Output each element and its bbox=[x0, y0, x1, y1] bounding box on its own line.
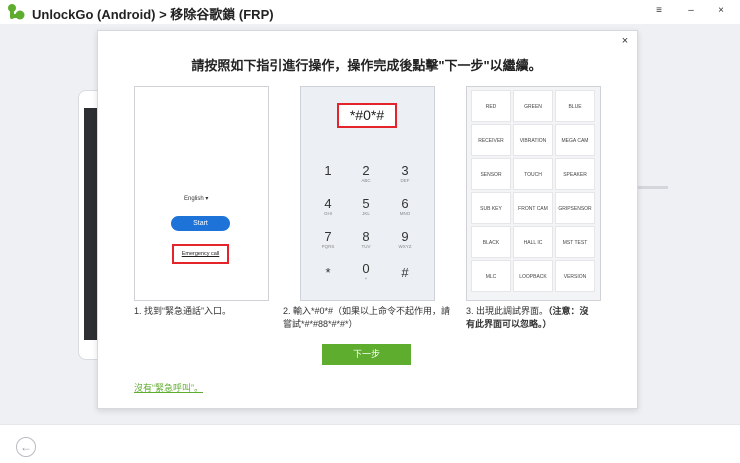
test-menu-cell: GRIPSENSOR bbox=[555, 192, 595, 224]
key-letters: MNO bbox=[399, 211, 411, 216]
step3-caption-text: 3. 出現此調試界面。 bbox=[466, 306, 549, 316]
test-menu-cell: LOOPBACK bbox=[513, 260, 553, 292]
key-letters: JKL bbox=[362, 211, 370, 216]
dialer-key-star: * bbox=[313, 266, 343, 286]
emergency-call-label: Emergency call bbox=[181, 251, 220, 257]
key-number: 1 bbox=[324, 163, 332, 178]
test-menu-cell: RECEIVER bbox=[471, 124, 511, 156]
key-number: * bbox=[325, 265, 331, 280]
dialer-key-7: 7 PQRS bbox=[313, 230, 343, 250]
test-menu-cell: TOUCH bbox=[513, 158, 553, 190]
language-selector: English ▾ bbox=[184, 196, 209, 202]
key-number: 4 bbox=[324, 196, 332, 211]
test-menu-cell: FRONT CAM bbox=[513, 192, 553, 224]
step3-caption-note-line2: 有此界面可以忽略。） bbox=[466, 319, 552, 329]
unlockgo-logo-icon bbox=[8, 4, 25, 20]
footer-bar bbox=[0, 424, 740, 463]
test-menu-cell: VIBRATION bbox=[513, 124, 553, 156]
dialog-heading: 請按照如下指引進行操作，操作完成後點擊"下一步"以繼續。 bbox=[191, 58, 542, 73]
app-title: UnlockGo (Android) > 移除谷歌鎖 (FRP) bbox=[32, 7, 274, 22]
minimize-button[interactable]: – bbox=[682, 3, 700, 19]
test-menu-cell: HALL IC bbox=[513, 226, 553, 258]
key-number: 2 bbox=[362, 163, 370, 178]
background-divider bbox=[636, 186, 668, 189]
test-menu-cell: MLC bbox=[471, 260, 511, 292]
key-number: 3 bbox=[401, 163, 409, 178]
dialer-key-8: 8 TUV bbox=[351, 230, 381, 250]
test-menu-cell: SENSOR bbox=[471, 158, 511, 190]
key-letters bbox=[390, 280, 420, 286]
key-number: 9 bbox=[401, 229, 409, 244]
key-letters: DEF bbox=[400, 178, 410, 183]
key-number: 6 bbox=[401, 196, 409, 211]
dialer-key-3: 3 DEF bbox=[390, 164, 420, 184]
window-close-button[interactable]: × bbox=[712, 3, 730, 19]
key-number: 0 bbox=[362, 261, 370, 276]
dialer-key-4: 4 GHI bbox=[313, 197, 343, 217]
test-menu-cell: MST TEST bbox=[555, 226, 595, 258]
dialer-key-6: 6 MNO bbox=[390, 197, 420, 217]
key-letters: GHI bbox=[323, 211, 332, 216]
key-number: 5 bbox=[362, 196, 370, 211]
phone-start-button: Start bbox=[171, 216, 230, 231]
key-letters bbox=[313, 178, 343, 184]
test-menu-cell: BLUE bbox=[555, 90, 595, 122]
key-letters bbox=[313, 280, 343, 286]
next-step-button[interactable]: 下一步 bbox=[322, 344, 411, 365]
test-menu-cell: VERSION bbox=[555, 260, 595, 292]
key-number: # bbox=[401, 265, 409, 280]
dialer-key-2: 2 ABC bbox=[351, 164, 381, 184]
test-menu-cell: BLACK bbox=[471, 226, 511, 258]
dialer-key-9: 9 WXYZ bbox=[390, 230, 420, 250]
test-menu-cell: MEGA CAM bbox=[555, 124, 595, 156]
step2-caption: 2. 輸入*#0*#（如果以上命令不起作用，請 嘗試*#*#88*#*#*） bbox=[283, 305, 463, 331]
dialer-key-5: 5 JKL bbox=[351, 197, 381, 217]
key-number: 8 bbox=[362, 229, 370, 244]
dialer-key-0: 0 + bbox=[351, 262, 381, 282]
key-number: 7 bbox=[324, 229, 332, 244]
step2-caption-line2: 嘗試*#*#88*#*#*） bbox=[283, 319, 358, 329]
no-emergency-call-link[interactable]: 沒有“緊急呼叫”。 bbox=[134, 381, 203, 394]
test-menu-cell: RED bbox=[471, 90, 511, 122]
test-menu-cell: SUB KEY bbox=[471, 192, 511, 224]
test-menu-cell: SPEAKER bbox=[555, 158, 595, 190]
key-letters: + bbox=[364, 276, 368, 281]
test-menu-cell: GREEN bbox=[513, 90, 553, 122]
step1-caption: 1. 找到“緊急通話”入口。 bbox=[134, 306, 232, 316]
back-arrow-icon[interactable]: ← bbox=[16, 437, 36, 457]
step3-caption-note: （注意：沒 bbox=[548, 306, 589, 316]
dialer-key-hash: # bbox=[390, 266, 420, 286]
key-letters: TUV bbox=[361, 244, 371, 249]
dialer-code: *#0*# bbox=[349, 107, 385, 123]
key-letters: WXYZ bbox=[398, 244, 412, 249]
step3-caption: 3. 出現此調試界面。（注意：沒 有此界面可以忽略。） bbox=[466, 305, 606, 331]
step2-caption-line1: 2. 輸入*#0*#（如果以上命令不起作用，請 bbox=[283, 306, 451, 316]
dialog-close-button[interactable]: × bbox=[619, 35, 631, 47]
key-letters: ABC bbox=[361, 178, 371, 183]
dialer-key-1: 1 bbox=[313, 164, 343, 184]
title-bar: UnlockGo (Android) > 移除谷歌鎖 (FRP) ≡ – × bbox=[0, 0, 740, 24]
key-letters: PQRS bbox=[321, 244, 335, 249]
menu-button[interactable]: ≡ bbox=[650, 3, 668, 19]
